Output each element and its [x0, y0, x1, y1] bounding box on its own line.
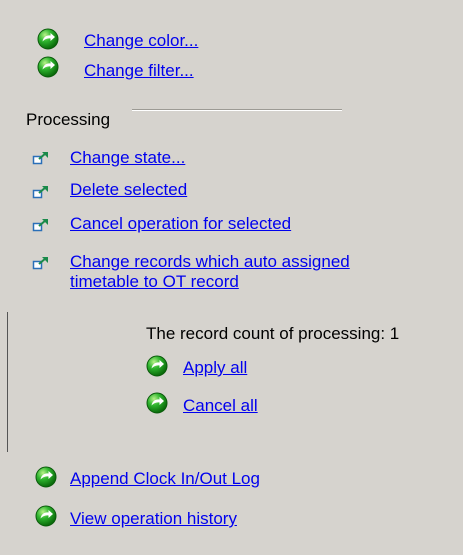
change-records-line1[interactable]: Change records which auto assigned: [70, 252, 350, 271]
apply-all-link[interactable]: Apply all: [183, 358, 247, 378]
change-filter-link[interactable]: Change filter...: [84, 61, 194, 81]
view-history-icon[interactable]: [35, 505, 57, 527]
change-records-line2[interactable]: timetable to OT record: [70, 272, 239, 291]
change-color-link[interactable]: Change color...: [84, 31, 198, 51]
delete-selected-link[interactable]: Delete selected: [70, 180, 187, 200]
change-filter-icon[interactable]: [37, 56, 59, 78]
change-records-icon[interactable]: [32, 256, 50, 270]
append-clock-log-link[interactable]: Append Clock In/Out Log: [70, 469, 260, 489]
change-records-link[interactable]: Change records which auto assigned timet…: [70, 252, 350, 292]
append-log-icon[interactable]: [35, 466, 57, 488]
vertical-divider: [7, 312, 8, 452]
change-color-icon[interactable]: [37, 28, 59, 50]
view-operation-history-link[interactable]: View operation history: [70, 509, 237, 529]
change-state-icon[interactable]: [32, 151, 50, 165]
cancel-all-link[interactable]: Cancel all: [183, 396, 258, 416]
change-state-link[interactable]: Change state...: [70, 148, 185, 168]
record-count-label: The record count of processing: 1: [146, 324, 400, 343]
cancel-all-icon[interactable]: [146, 392, 168, 414]
delete-selected-icon[interactable]: [32, 185, 50, 199]
apply-all-icon[interactable]: [146, 355, 168, 377]
section-divider: [132, 109, 342, 111]
cancel-operation-link[interactable]: Cancel operation for selected: [70, 214, 291, 234]
cancel-operation-icon[interactable]: [32, 218, 50, 232]
processing-section-title: Processing: [26, 110, 111, 129]
